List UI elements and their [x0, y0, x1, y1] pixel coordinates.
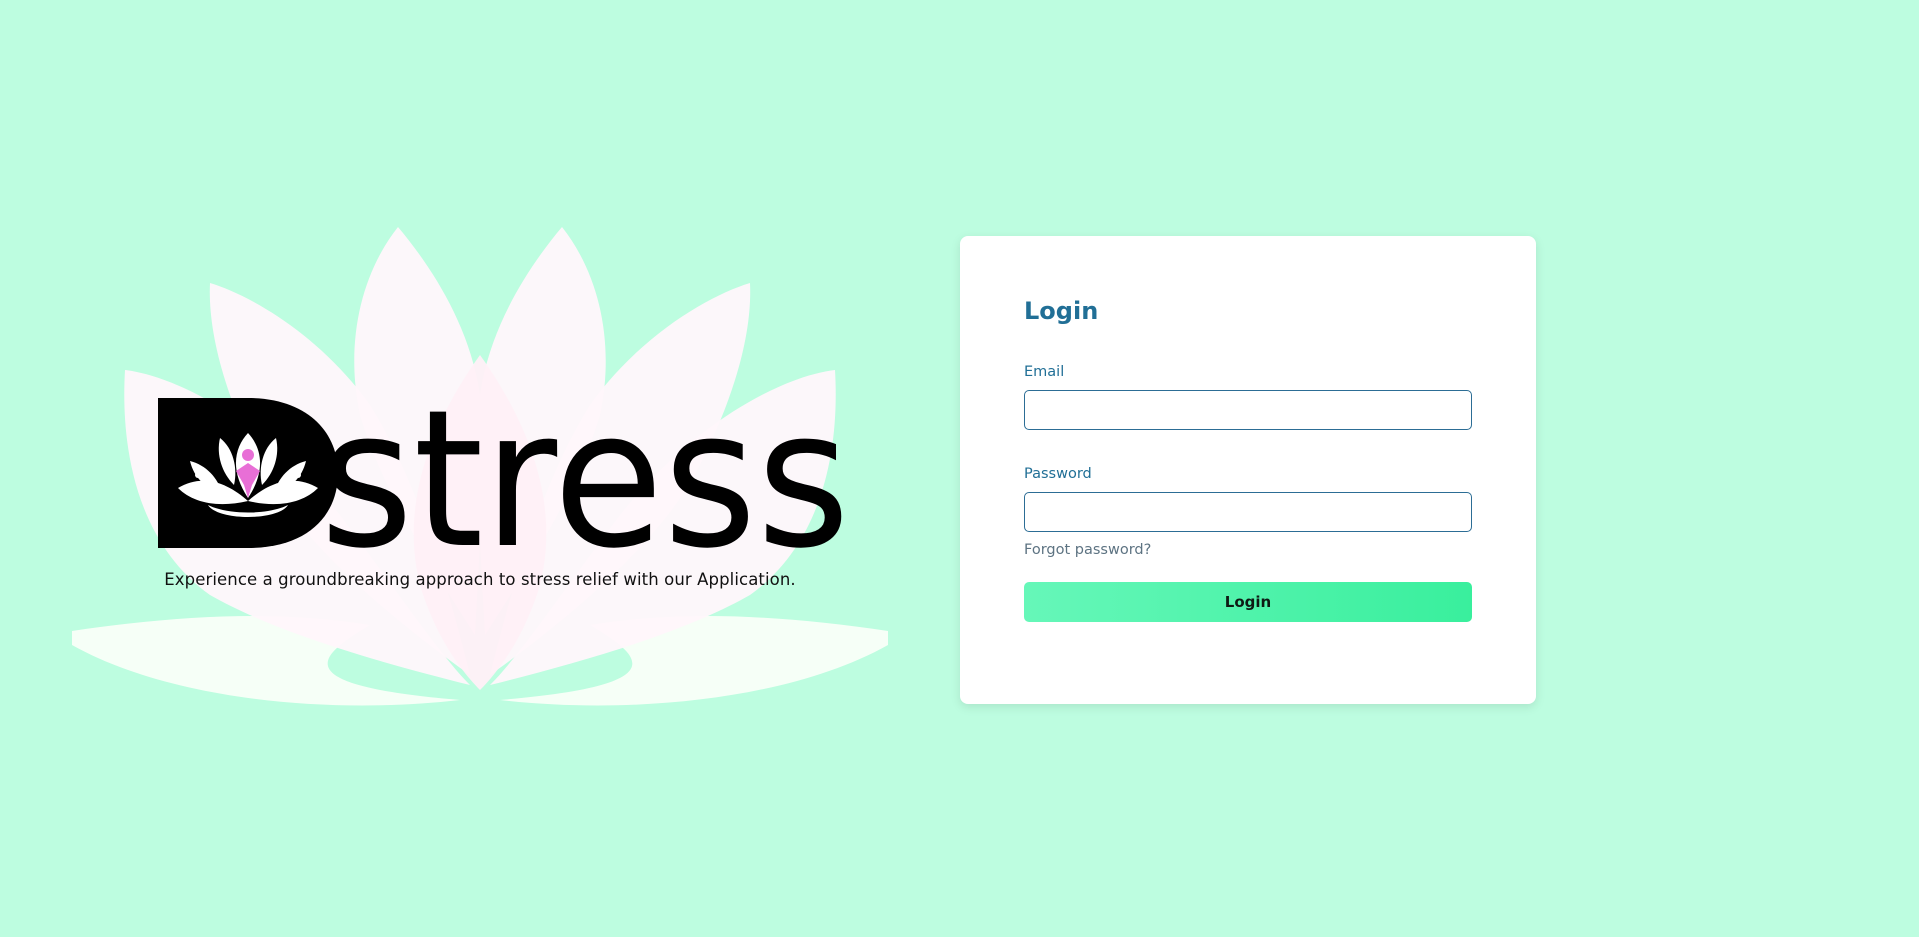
- email-group: Email: [1024, 363, 1472, 430]
- login-title: Login: [1024, 297, 1099, 325]
- brand-logo: stress: [158, 393, 850, 553]
- password-field[interactable]: [1024, 492, 1472, 532]
- login-card: Login Email Password Forgot password? Lo…: [960, 236, 1536, 704]
- login-page: stress Experience a groundbreaking appro…: [0, 0, 1919, 937]
- brand-wordmark: stress: [320, 393, 850, 553]
- email-field[interactable]: [1024, 390, 1472, 430]
- forgot-password-link[interactable]: Forgot password?: [1024, 542, 1151, 558]
- email-label: Email: [1024, 364, 1065, 380]
- password-group: Password Forgot password?: [1024, 465, 1472, 558]
- brand-tagline: Experience a groundbreaking approach to …: [164, 570, 796, 589]
- login-button[interactable]: Login: [1024, 582, 1472, 622]
- brand-hero: stress Experience a groundbreaking appro…: [60, 215, 900, 725]
- password-label: Password: [1024, 466, 1092, 482]
